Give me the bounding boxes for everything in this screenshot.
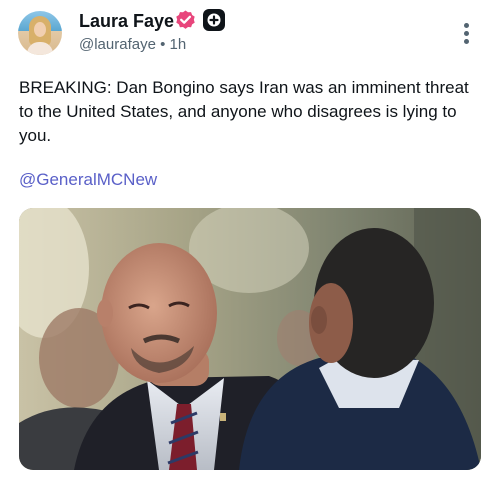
timestamp[interactable]: 1h [170,36,187,53]
separator-dot: • [160,36,166,53]
more-dot [464,23,469,28]
plus-square-icon[interactable] [203,9,225,31]
more-dot [464,31,469,36]
avatar[interactable] [18,11,62,55]
photo-illustration [19,208,481,470]
tweet-text: BREAKING: Dan Bongino says Iran was an i… [19,78,469,145]
more-dot [464,39,469,44]
mention-link[interactable]: @GeneralMCNew [19,169,157,191]
more-vertical-icon[interactable] [460,21,474,45]
display-name[interactable]: Laura Faye [79,10,174,32]
handle[interactable]: @laurafaye [79,36,156,53]
tweet-photo[interactable] [19,208,481,470]
avatar-face [34,22,46,37]
verified-badge-icon [176,10,195,29]
handle-line: @laurafaye • 1h [79,36,186,54]
